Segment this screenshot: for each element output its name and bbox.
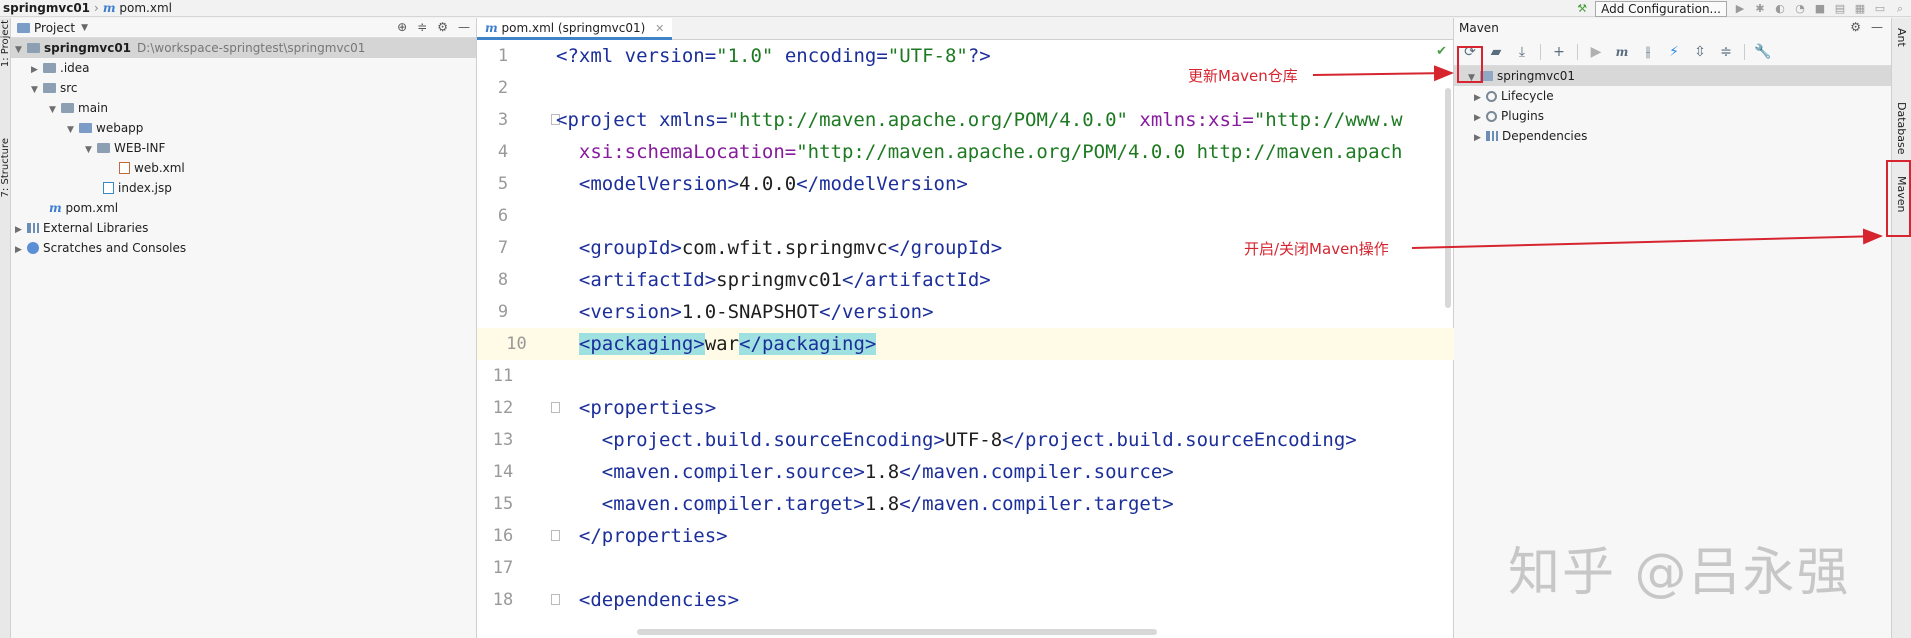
arrow-to-maven-tab xyxy=(1411,228,1883,249)
arrow-to-reload xyxy=(1312,65,1454,82)
watermark: 知乎 @吕永强 xyxy=(1508,543,1851,603)
